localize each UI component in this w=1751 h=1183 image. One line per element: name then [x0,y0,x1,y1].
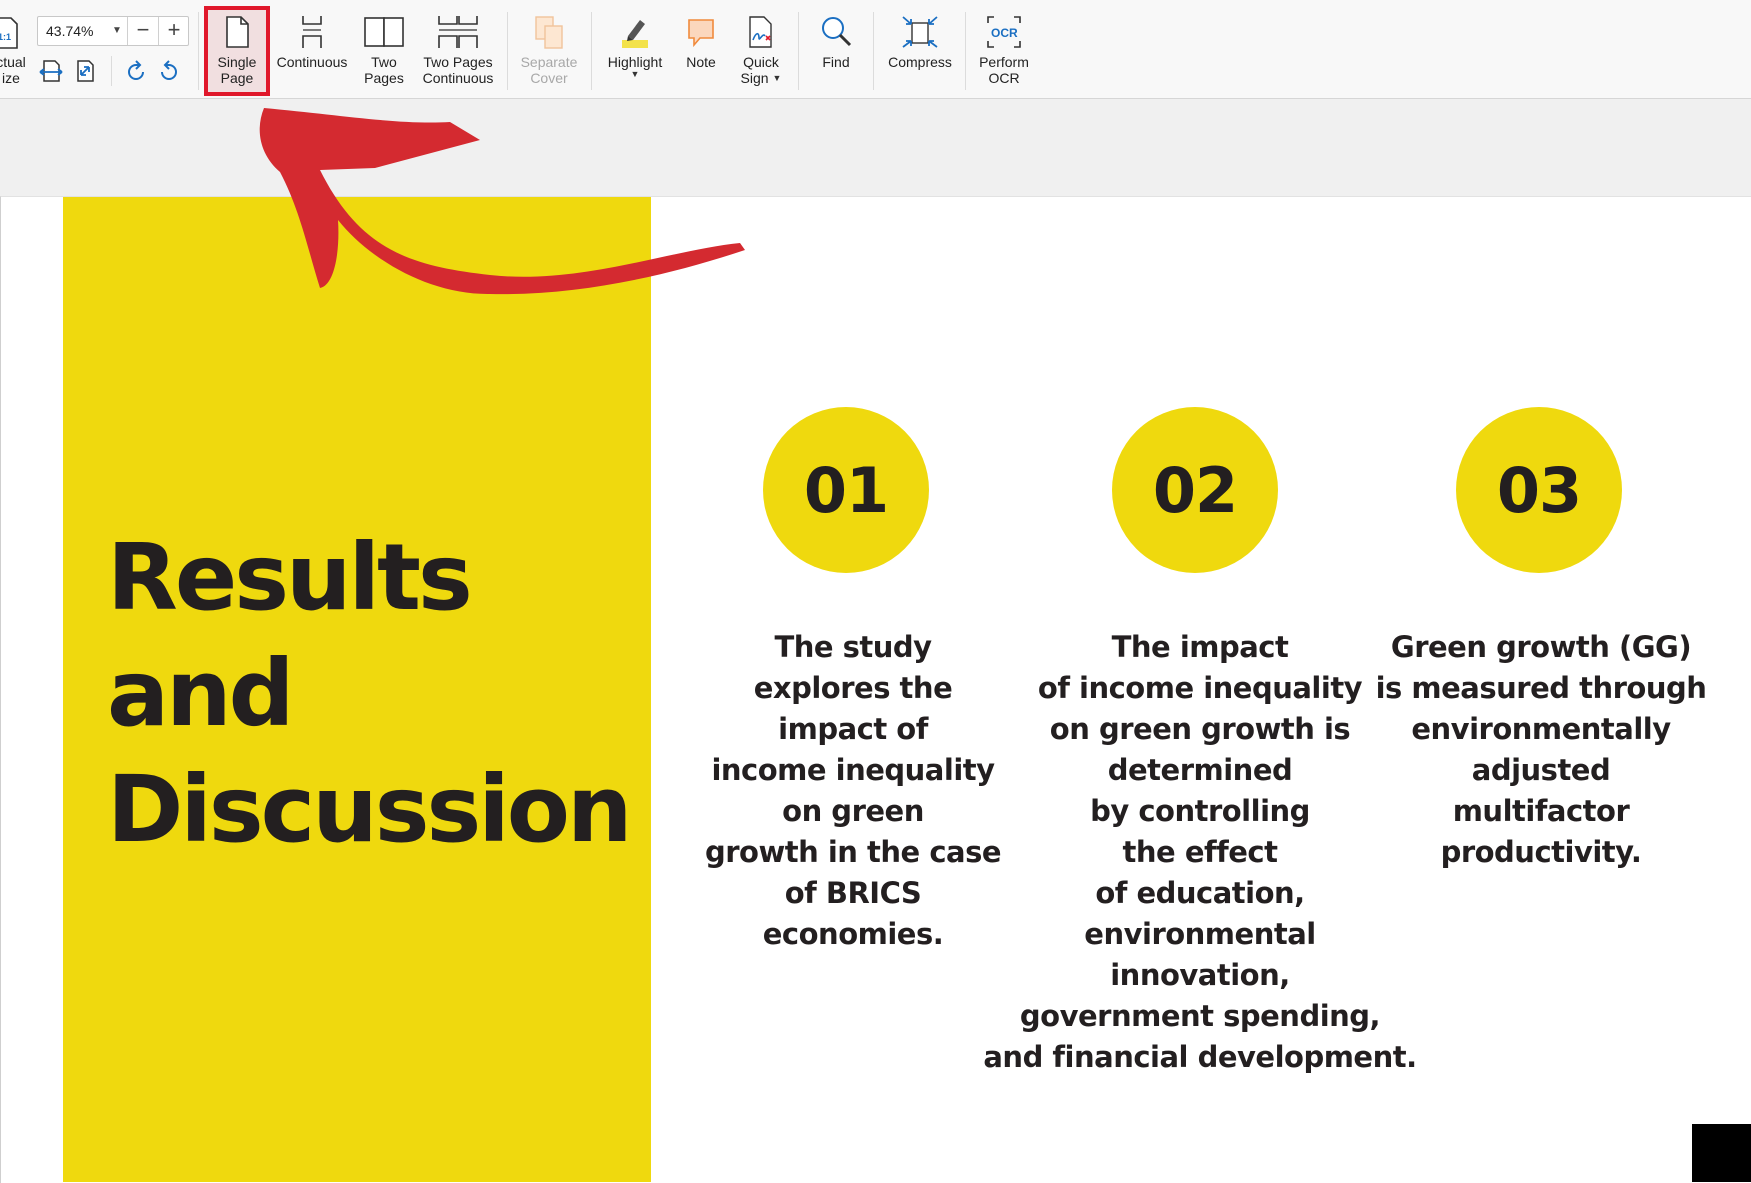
zoom-control: 43.74% ▼ − + [37,16,189,46]
toolbar-separator [591,12,592,90]
two-pages-label-2: Pages [364,70,404,86]
quick-sign-icon [737,6,785,50]
find-icon [812,6,860,50]
toolbar: 1:1 ctual ize 43.74% ▼ − + Single Page [0,0,1751,99]
text-line: adjusted [1471,753,1611,787]
toolbar-separator [111,56,112,86]
title-line-2: and [107,640,294,747]
quick-sign-button[interactable]: Quick Sign ▼ [732,6,790,96]
text-line: environmental [1084,917,1316,951]
actual-size-icon: 1:1 [0,6,30,50]
step-circle-01: 01 [763,407,929,573]
single-page-button[interactable]: Single Page [207,6,267,96]
fit-width-icon[interactable] [38,58,64,84]
toolbar-separator [873,12,874,90]
find-label: Find [822,54,850,70]
title-line-1: Results [107,524,473,631]
separate-cover-icon [525,6,573,50]
single-page-label-2: Page [220,70,254,86]
compress-label: Compress [888,54,952,70]
page-title: Results and Discussion [107,520,647,868]
continuous-button[interactable]: Continuous [272,6,352,96]
corner-overlay [1692,1124,1751,1182]
text-line: is measured through [1375,671,1707,705]
text-line: innovation, [1110,958,1290,992]
note-icon [677,6,725,50]
rotate-left-icon[interactable] [123,58,149,84]
title-line-3: Discussion [107,756,632,863]
actual-size-button[interactable]: 1:1 ctual ize [0,6,26,96]
highlight-dropdown-chevron-down-icon[interactable]: ▼ [631,70,640,79]
single-page-icon [213,6,261,50]
two-pages-label-1: Two [371,54,397,70]
svg-text:OCR: OCR [991,26,1018,40]
actual-size-label-2: ize [2,70,20,86]
note-button[interactable]: Note [675,6,727,96]
quick-sign-dropdown-chevron-down-icon[interactable]: ▼ [773,74,782,83]
perform-ocr-label-2: OCR [988,70,1020,86]
note-label: Note [686,54,716,70]
highlight-button[interactable]: Highlight ▼ [602,6,668,96]
text-line: multifactor [1452,794,1630,828]
zoom-dropdown-chevron-down-icon[interactable]: ▼ [112,25,122,36]
highlight-label: Highlight [607,54,663,70]
find-button[interactable]: Find [808,6,864,96]
text-line: of education, [1095,876,1305,910]
red-arrow-annotation-icon [259,108,745,295]
svg-text:1:1: 1:1 [0,32,11,42]
continuous-label: Continuous [276,54,348,70]
ocr-icon: OCR [980,6,1028,50]
text-line: productivity. [1440,835,1642,869]
two-pages-continuous-label-2: Continuous [422,70,494,86]
quick-sign-label-1: Quick [743,54,779,70]
quick-sign-label-row-2: Sign ▼ [741,70,782,86]
compress-button[interactable]: Compress [882,6,958,96]
zoom-in-button[interactable]: + [158,17,189,45]
toolbar-separator [965,12,966,90]
two-pages-button[interactable]: Two Pages [358,6,410,96]
two-pages-continuous-icon [434,6,482,50]
toolbar-separator [798,12,799,90]
two-pages-icon [360,6,408,50]
continuous-icon [288,6,336,50]
text-line: Green growth (GG) [1390,630,1692,664]
single-page-label-1: Single [217,54,257,70]
step-circle-02: 02 [1112,407,1278,573]
column-text-03: Green growth (GG) is measured through en… [1365,627,1717,873]
compress-icon [896,6,944,50]
two-pages-continuous-label-1: Two Pages [423,54,493,70]
rotate-right-icon[interactable] [156,58,182,84]
zoom-out-button[interactable]: − [127,17,158,45]
two-pages-continuous-button[interactable]: Two Pages Continuous [416,6,500,96]
toolbar-separator [507,12,508,90]
quick-sign-label-2: Sign [740,70,769,86]
separate-cover-button[interactable]: Separate Cover [512,6,586,96]
zoom-input[interactable]: 43.74% [46,23,93,39]
separate-cover-label-2: Cover [530,70,568,86]
perform-ocr-button[interactable]: OCR Perform OCR [972,6,1036,96]
text-line: and financial development. [983,1040,1417,1074]
text-line: government spending, [1019,999,1381,1033]
step-circle-03: 03 [1456,407,1622,573]
perform-ocr-label-1: Perform [979,54,1029,70]
toolbar-separator [198,12,199,90]
separate-cover-label-1: Separate [520,54,578,70]
text-line: environmentally [1411,712,1671,746]
quick-sign-label-row: Quick [743,54,779,70]
highlight-icon [611,6,659,50]
fit-page-icon[interactable] [72,58,98,84]
actual-size-label-1: ctual [0,54,26,70]
